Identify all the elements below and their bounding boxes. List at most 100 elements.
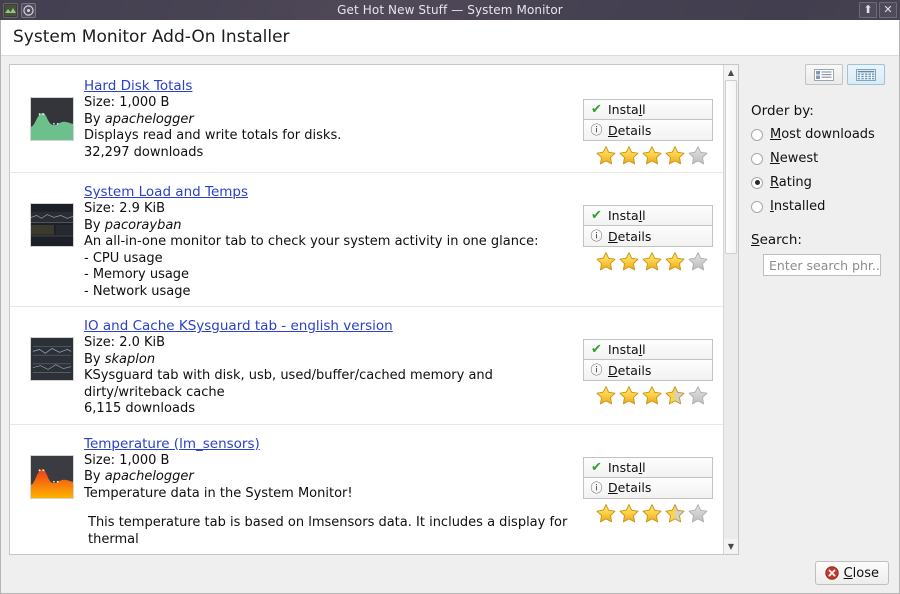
radio-button-icon[interactable] bbox=[751, 128, 763, 141]
detail-view-button[interactable] bbox=[847, 64, 885, 85]
addon-list-pane: Hard Disk Totals Size: 1,000 B By apachelo… bbox=[9, 64, 739, 555]
order-by-option-installed[interactable]: Installed bbox=[751, 199, 885, 214]
addon-author-prefix: By bbox=[84, 469, 105, 484]
install-button[interactable]: ✔ Install bbox=[583, 205, 713, 226]
star-filled-icon[interactable] bbox=[641, 503, 663, 524]
search-input[interactable]: Enter search phr... bbox=[763, 254, 881, 276]
check-icon: ✔ bbox=[591, 208, 602, 223]
system-monitor-icon[interactable] bbox=[3, 2, 18, 18]
star-filled-icon[interactable] bbox=[595, 385, 617, 406]
details-button[interactable]: ⓘ Details bbox=[583, 477, 713, 499]
addon-entry[interactable]: Hard Disk Totals Size: 1,000 B By apachelo… bbox=[10, 67, 723, 173]
order-by-radio-group: Most downloads Newest Rating Installed bbox=[751, 127, 885, 223]
addon-description: An all-in-one monitor tab to check your … bbox=[84, 234, 539, 249]
details-button[interactable]: ⓘ Details bbox=[583, 360, 713, 381]
star-filled-icon[interactable] bbox=[618, 251, 640, 272]
star-empty-icon[interactable] bbox=[687, 503, 709, 524]
star-filled-icon[interactable] bbox=[595, 145, 617, 166]
close-button[interactable]: Close bbox=[814, 561, 889, 585]
details-button-label: Details bbox=[608, 228, 652, 244]
shade-button[interactable]: ⬆ bbox=[859, 2, 877, 18]
star-empty-icon[interactable] bbox=[687, 385, 709, 406]
addon-extra-text: This temperature tab is based on lmsenso… bbox=[88, 515, 568, 547]
install-button-label: Install bbox=[608, 342, 646, 357]
star-filled-icon[interactable] bbox=[618, 503, 640, 524]
radio-button-icon[interactable] bbox=[751, 152, 763, 165]
addon-title-link[interactable]: Hard Disk Totals bbox=[84, 78, 192, 94]
addon-author-prefix: By bbox=[84, 111, 105, 127]
addon-author-prefix: By bbox=[84, 217, 105, 233]
star-filled-icon[interactable] bbox=[618, 385, 640, 406]
rating-stars[interactable] bbox=[583, 145, 713, 166]
addon-size: Size: 2.9 KiB bbox=[84, 201, 166, 216]
disc-icon[interactable] bbox=[21, 2, 36, 18]
addon-entry[interactable]: Temperature (lm_sensors) Size: 1,000 B By … bbox=[10, 425, 723, 555]
order-by-option-newest[interactable]: Newest bbox=[751, 151, 885, 166]
star-filled-icon[interactable] bbox=[618, 145, 640, 166]
star-filled-icon[interactable] bbox=[664, 251, 686, 272]
addon-entry[interactable]: IO and Cache KSysguard tab - english ver… bbox=[10, 307, 723, 425]
addon-size: Size: 2.0 KiB bbox=[84, 335, 166, 350]
addon-entry[interactable]: System Load and Temps Size: 2.9 KiB By pac… bbox=[10, 173, 723, 307]
addon-author: By apachelogger bbox=[84, 469, 577, 486]
addon-thumbnail bbox=[30, 203, 74, 247]
vertical-scrollbar[interactable]: ▲ ▼ bbox=[723, 65, 738, 554]
rating-stars[interactable] bbox=[583, 503, 713, 524]
star-filled-icon[interactable] bbox=[641, 385, 663, 406]
order-by-option-label: Rating bbox=[770, 175, 812, 190]
check-icon: ✔ bbox=[591, 459, 602, 475]
addon-bullet: - CPU usage bbox=[84, 250, 163, 266]
order-by-option-most-downloads[interactable]: Most downloads bbox=[751, 127, 885, 142]
addon-title-link[interactable]: IO and Cache KSysguard tab - english ver… bbox=[84, 318, 393, 334]
page-title: System Monitor Add-On Installer bbox=[13, 27, 290, 47]
addon-actions: ✔ Install ⓘ Details bbox=[583, 99, 713, 166]
rating-stars[interactable] bbox=[583, 251, 713, 272]
star-filled-icon[interactable] bbox=[595, 503, 617, 524]
radio-button-icon[interactable] bbox=[751, 200, 763, 213]
details-button[interactable]: ⓘ Details bbox=[583, 120, 713, 141]
scrollbar-track[interactable] bbox=[724, 80, 738, 539]
star-empty-icon[interactable] bbox=[687, 145, 709, 166]
radio-button-icon[interactable] bbox=[751, 176, 763, 189]
addon-actions: ✔ Install ⓘ Details bbox=[583, 456, 713, 524]
star-half-icon[interactable] bbox=[664, 385, 686, 406]
view-mode-toggle bbox=[751, 64, 885, 85]
title-bar: Get Hot New Stuff — System Monitor ⬆ ✕ bbox=[0, 0, 900, 20]
details-button[interactable]: ⓘ Details bbox=[583, 226, 713, 247]
addon-author-name: apachelogger bbox=[104, 469, 194, 484]
close-icon[interactable]: ✕ bbox=[879, 2, 897, 18]
scroll-up-button[interactable]: ▲ bbox=[724, 65, 738, 80]
scroll-down-button[interactable]: ▼ bbox=[724, 539, 738, 554]
addon-author-name: skaplon bbox=[104, 351, 156, 367]
info-icon: ⓘ bbox=[590, 229, 603, 243]
order-by-option-rating[interactable]: Rating bbox=[751, 175, 885, 190]
dialog-footer: Close bbox=[1, 555, 899, 593]
search-input-text: Enter search phr... bbox=[769, 257, 881, 273]
addon-title-link[interactable]: Temperature (lm_sensors) bbox=[84, 436, 260, 452]
star-filled-icon[interactable] bbox=[641, 145, 663, 166]
order-by-option-label: Most downloads bbox=[770, 127, 875, 142]
star-half-icon[interactable] bbox=[664, 503, 686, 524]
addon-list-scroll: Hard Disk Totals Size: 1,000 B By apachelo… bbox=[10, 65, 723, 554]
star-empty-icon[interactable] bbox=[687, 251, 709, 272]
scrollbar-thumb[interactable] bbox=[725, 80, 737, 255]
install-button[interactable]: ✔ Install bbox=[583, 99, 713, 120]
info-icon: ⓘ bbox=[590, 480, 603, 495]
install-button[interactable]: ✔ Install bbox=[583, 339, 713, 360]
rating-stars[interactable] bbox=[583, 385, 713, 406]
addon-size: Size: 1,000 B bbox=[84, 95, 170, 110]
order-by-label: Order by: bbox=[751, 103, 814, 119]
search-label: Search: bbox=[751, 232, 885, 248]
addon-title-link[interactable]: System Load and Temps bbox=[84, 184, 248, 200]
star-filled-icon[interactable] bbox=[641, 251, 663, 272]
order-by-option-label: Installed bbox=[770, 199, 826, 214]
list-view-button[interactable] bbox=[805, 64, 843, 85]
star-filled-icon[interactable] bbox=[664, 145, 686, 166]
header-band: System Monitor Add-On Installer bbox=[1, 20, 899, 56]
star-filled-icon[interactable] bbox=[595, 251, 617, 272]
install-button[interactable]: ✔ Install bbox=[583, 456, 713, 478]
close-circle-icon bbox=[824, 566, 839, 580]
addon-author-name: pacorayban bbox=[104, 217, 182, 233]
check-icon: ✔ bbox=[591, 102, 602, 117]
install-button-label: Install bbox=[608, 102, 646, 117]
